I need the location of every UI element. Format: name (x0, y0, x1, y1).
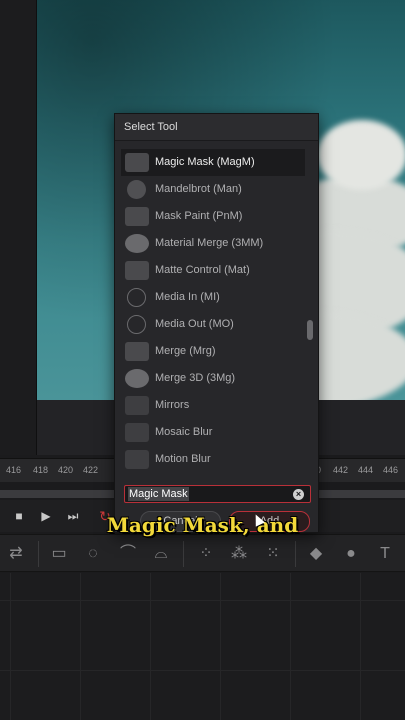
list-item[interactable]: Matte Control (Mat) (121, 257, 305, 284)
video-caption: Magic Mask, and (106, 513, 299, 537)
search-value: Magic Mask (128, 487, 189, 501)
motion-blur-icon (125, 450, 149, 469)
list-item-label: Matte Control (Mat) (155, 264, 250, 276)
list-item[interactable]: Media Out (MO) (121, 311, 305, 338)
list-item[interactable]: Merge 3D (3Mg) (121, 365, 305, 392)
bspline-mask-icon[interactable]: ⌓ (150, 543, 172, 565)
list-item-label: Mosaic Blur (155, 426, 213, 438)
ruler-label: 416 (6, 465, 22, 475)
list-item[interactable]: Magic Mask (MagM) (121, 149, 305, 176)
fusion-screen: 416 418 420 422 0 442 444 446 ■ ▶ ⏭ ↻ ⇄ … (0, 0, 405, 720)
tool-list[interactable]: Magic Mask (MagM) Mandelbrot (Man) Mask … (121, 147, 306, 481)
ruler-label: 422 (83, 465, 99, 475)
shape-3d-icon[interactable]: ● (340, 543, 362, 565)
list-item[interactable]: Mask Paint (PnM) (121, 203, 305, 230)
ellipse-mask-icon[interactable]: ◌ (82, 543, 104, 565)
list-item[interactable]: Mirrors (121, 392, 305, 419)
list-item[interactable]: Mandelbrot (Man) (121, 176, 305, 203)
list-item-label: Motion Blur (155, 453, 211, 465)
list-item[interactable]: Media In (MI) (121, 284, 305, 311)
list-item-label: Mask Paint (PnM) (155, 210, 243, 222)
list-scrollbar[interactable] (307, 320, 313, 340)
list-item-label: Merge (Mrg) (155, 345, 216, 357)
matte-control-icon (125, 261, 149, 280)
list-item-label: Mirrors (155, 399, 190, 411)
search-input[interactable]: Magic Mask × (124, 485, 311, 503)
merge-icon (125, 342, 149, 361)
rectangle-mask-icon[interactable]: ▭ (48, 543, 70, 565)
particle-emitter-icon[interactable]: ⁘ (195, 543, 217, 565)
node-editor[interactable] (0, 573, 405, 720)
list-item[interactable]: Material Merge (3MM) (121, 230, 305, 257)
ruler-label: 444 (358, 465, 374, 475)
magic-mask-icon (125, 153, 149, 172)
text-3d-icon[interactable]: T (374, 543, 396, 565)
list-item[interactable]: Merge (Mrg) (121, 338, 305, 365)
media-in-icon (127, 288, 146, 307)
toolbar-divider (183, 541, 184, 567)
list-item-label: Media Out (MO) (155, 318, 234, 330)
select-tool-dialog: Select Tool Magic Mask (MagM) Mandelbrot… (114, 113, 319, 533)
ruler-label: 418 (33, 465, 49, 475)
ruler-label: 420 (58, 465, 74, 475)
mirrors-icon (125, 396, 149, 415)
mask-paint-icon (125, 207, 149, 226)
viewer-toggle-icon[interactable]: ⇄ (5, 543, 27, 565)
list-item-label: Merge 3D (3Mg) (155, 372, 236, 384)
toolbar-divider (295, 541, 296, 567)
list-item-label: Material Merge (3MM) (155, 237, 264, 249)
list-item-label: Media In (MI) (155, 291, 220, 303)
particle-style-icon[interactable]: ⁙ (262, 543, 284, 565)
mosaic-blur-icon (125, 423, 149, 442)
dialog-title: Select Tool (115, 114, 318, 141)
mandelbrot-icon (127, 180, 146, 199)
list-item[interactable]: Motion Blur (121, 446, 305, 473)
particle-render-icon[interactable]: ⁂ (228, 543, 250, 565)
polygon-mask-icon[interactable]: ⌒ (117, 543, 139, 565)
media-out-icon (127, 315, 146, 334)
ruler-label: 446 (383, 465, 399, 475)
ruler-label: 442 (333, 465, 349, 475)
clear-icon[interactable]: × (293, 489, 304, 500)
material-merge-icon (125, 234, 149, 253)
merge-3d-icon (125, 369, 149, 388)
list-item-label: Magic Mask (MagM) (155, 156, 255, 168)
image-plane-3d-icon[interactable]: ◆ (305, 543, 327, 565)
toolbar-divider (38, 541, 39, 567)
tool-bar: ⇄ ▭ ◌ ⌒ ⌓ ⁘ ⁂ ⁙ ◆ ● T (0, 534, 405, 572)
list-item[interactable]: Mosaic Blur (121, 419, 305, 446)
viewer-side-panel (0, 0, 37, 455)
list-item-label: Mandelbrot (Man) (155, 183, 242, 195)
